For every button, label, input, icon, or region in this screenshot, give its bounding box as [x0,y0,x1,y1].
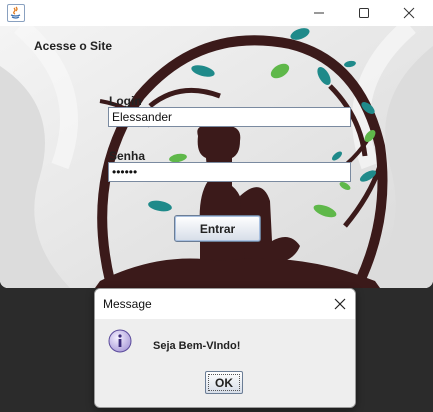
background-illustration [0,26,433,288]
minimize-icon [314,12,324,14]
java-icon [7,4,25,22]
message-dialog: Message Seja Bem-VIndo! OK [94,288,356,408]
senha-field[interactable]: •••••• [108,162,351,182]
dialog-message: Seja Bem-VIndo! [153,340,241,352]
dialog-titlebar[interactable]: Message [95,289,355,319]
info-icon [108,329,132,353]
login-label: Login [109,94,142,108]
main-window: Acesse o Site Login Elessander Senha •••… [0,0,433,288]
entrar-button[interactable]: Entrar [174,215,261,242]
ok-button[interactable]: OK [205,371,243,394]
close-icon [334,298,346,310]
login-field[interactable]: Elessander [108,107,351,127]
content-panel: Acesse o Site Login Elessander Senha •••… [0,26,433,288]
minimize-button[interactable] [296,0,342,26]
dialog-body: Seja Bem-VIndo! OK [95,319,355,407]
header-label: Acesse o Site [34,39,113,53]
dialog-title: Message [103,297,152,311]
maximize-icon [359,8,369,18]
dialog-close-button[interactable] [327,291,353,317]
close-button[interactable] [386,0,432,26]
maximize-button[interactable] [341,0,387,26]
titlebar[interactable] [0,0,433,26]
senha-label: Senha [109,149,146,163]
close-icon [403,7,415,19]
